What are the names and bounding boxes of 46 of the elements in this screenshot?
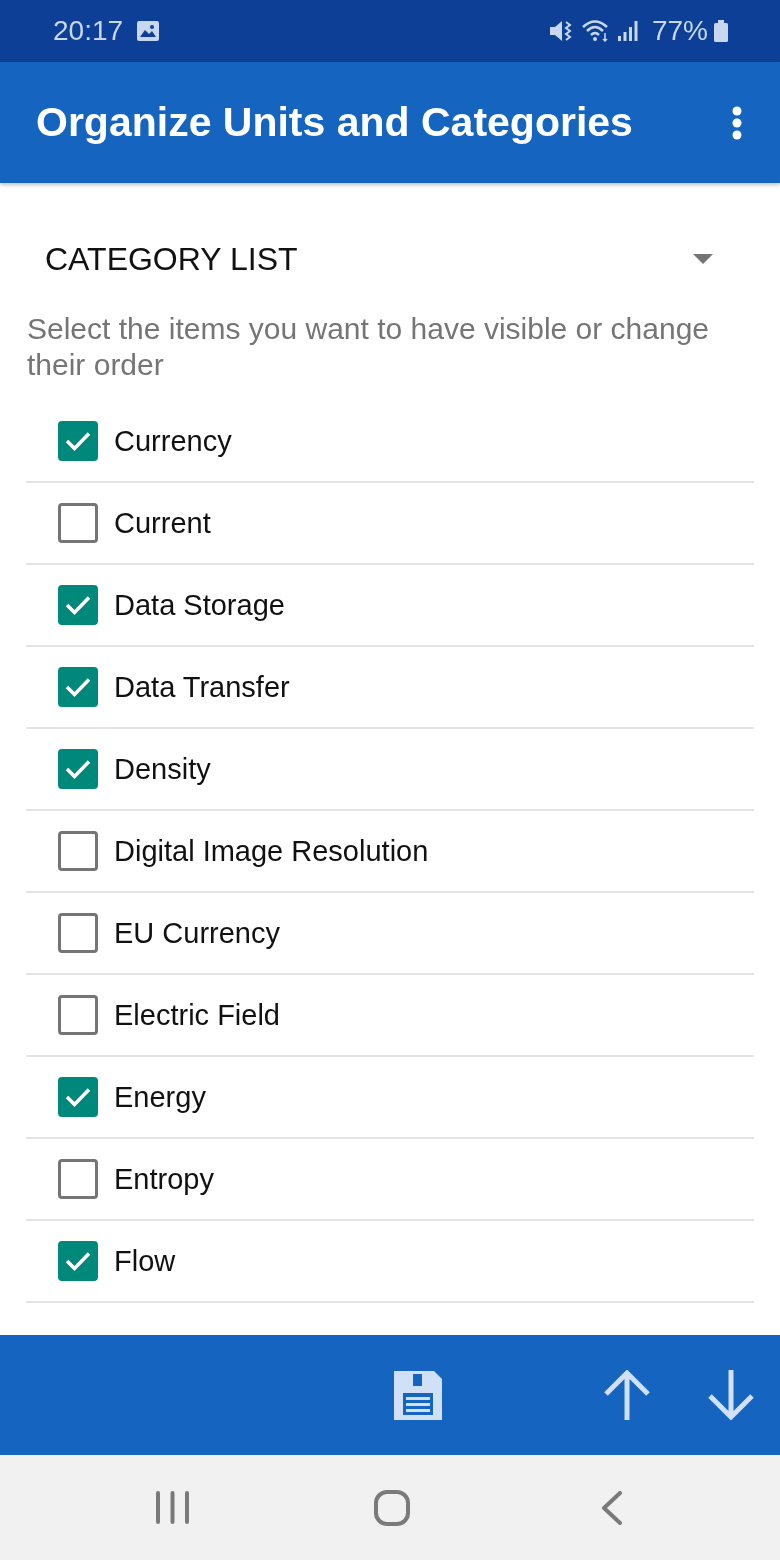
category-label[interactable]: EU Currency [114,918,280,948]
checkbox[interactable] [58,995,98,1035]
arrow-down-icon[interactable] [708,1370,754,1420]
category-label[interactable]: Flow [114,1246,176,1276]
image-icon [137,21,160,41]
home-icon[interactable] [374,1489,410,1526]
category-label[interactable]: Current [114,508,211,538]
recent-apps-icon[interactable] [156,1491,189,1524]
checkbox[interactable] [58,503,98,543]
checkmark-icon [65,759,91,779]
wifi-icon [581,19,610,43]
checkbox[interactable] [58,831,98,871]
back-icon[interactable] [601,1490,623,1525]
category-label[interactable]: Currency [114,426,232,456]
checkbox[interactable] [58,913,98,953]
category-label[interactable]: Data Storage [114,590,285,620]
arrow-up-icon[interactable] [604,1370,650,1420]
category-label[interactable]: Energy [114,1082,206,1112]
checkbox[interactable] [58,585,98,625]
signal-icon [617,21,638,41]
app-bar-title: Organize Units and Categories [36,102,633,143]
category-list-title[interactable]: CATEGORY LIST [45,243,298,275]
checkbox[interactable] [58,1241,98,1281]
battery-icon [714,20,728,42]
checkbox[interactable] [58,667,98,707]
category-label[interactable]: Electric Field [114,1000,280,1030]
checkmark-icon [65,431,91,451]
battery-percentage: 77% [651,17,708,45]
more-options-icon[interactable] [732,105,742,140]
category-label[interactable]: Density [114,754,211,784]
checkbox[interactable] [58,1159,98,1199]
save-icon[interactable] [394,1370,442,1420]
description-text: Select the items you want to have visible or change their order [27,311,711,383]
checkmark-icon [65,595,91,615]
checkbox[interactable] [58,749,98,789]
checkmark-icon [65,1087,91,1107]
category-label[interactable]: Entropy [114,1164,214,1194]
checkmark-icon [65,677,91,697]
category-label[interactable]: Digital Image Resolution [114,836,429,866]
checkbox[interactable] [58,1077,98,1117]
checkbox[interactable] [58,421,98,461]
category-label[interactable]: Data Transfer [114,672,290,702]
dropdown-arrow-icon[interactable] [693,254,713,264]
speaker-vibrate-icon [549,20,574,42]
status-time: 20:17 [53,17,124,45]
checkmark-icon [65,1251,91,1271]
